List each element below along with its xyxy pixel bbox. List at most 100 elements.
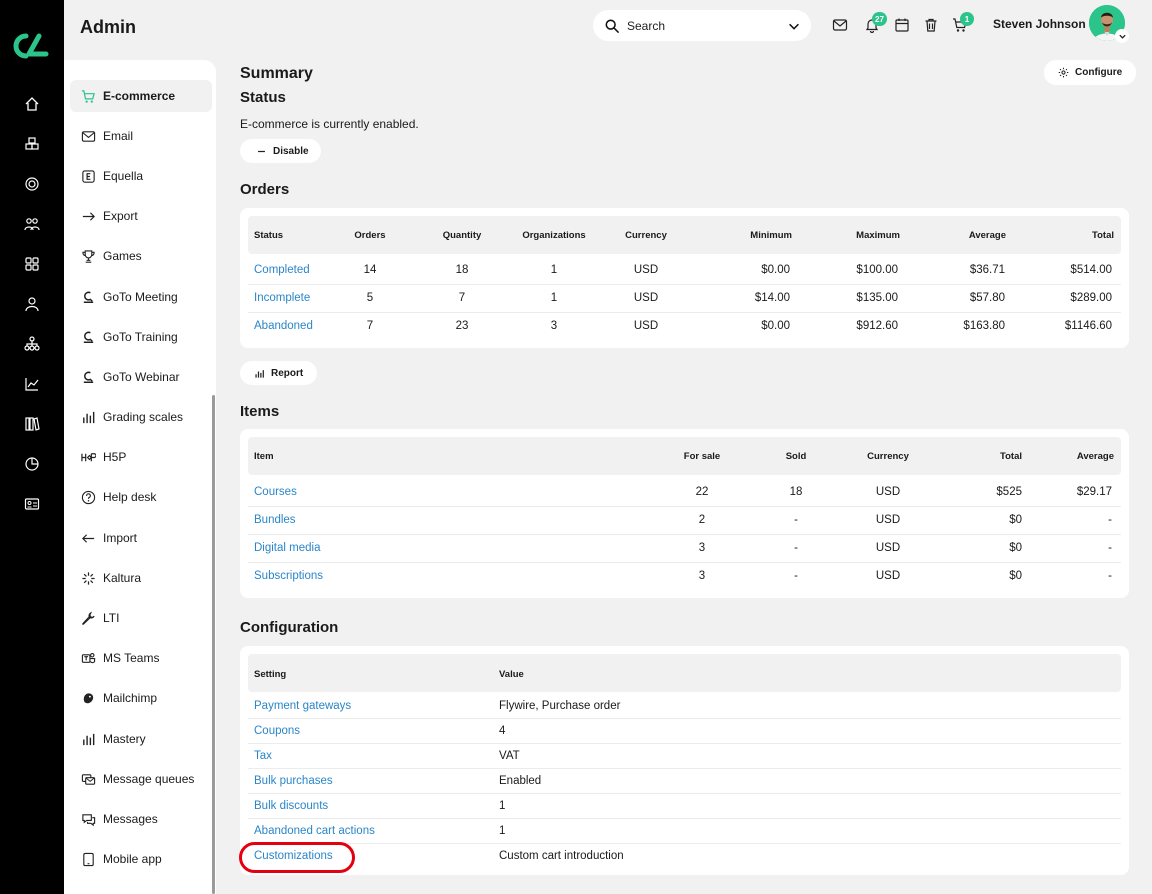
search-icon — [605, 19, 619, 33]
search-box[interactable]: Search — [593, 10, 811, 41]
orders-card: Status Orders Quantity Organizations Cur… — [240, 208, 1129, 348]
sidebar-item-label: H5P — [103, 450, 127, 464]
mail-icon — [80, 128, 96, 144]
setting-link[interactable]: Bulk discounts — [254, 800, 328, 812]
disable-button[interactable]: Disable — [240, 139, 321, 163]
setting-link[interactable]: Bulk purchases — [254, 775, 333, 787]
col-setting: Setting — [254, 669, 287, 680]
sidebar-item-import[interactable]: Import — [70, 522, 212, 554]
sidebar-item-goto-training[interactable]: GoTo Training — [70, 321, 212, 353]
equella-icon — [80, 168, 96, 184]
sidebar-item-games[interactable]: Games — [70, 240, 212, 272]
sidebar-item-mastery[interactable]: Mastery — [70, 723, 212, 755]
col-item: Item — [254, 451, 274, 462]
chevron-down-icon[interactable] — [787, 19, 801, 33]
sidebar-item-label: Help desk — [103, 490, 157, 504]
goto-icon — [80, 369, 96, 385]
cell: 18 — [789, 486, 803, 498]
item-link[interactable]: Digital media — [254, 542, 320, 554]
cart-badge: 1 — [960, 12, 974, 26]
order-status-link[interactable]: Incomplete — [254, 292, 310, 304]
sidebar-item-label: GoTo Webinar — [103, 370, 180, 384]
sidebar-item-email[interactable]: Email — [70, 120, 212, 152]
setting-link[interactable]: Abandoned cart actions — [254, 825, 375, 837]
pie-chart-icon[interactable] — [22, 454, 42, 474]
sidebar-scrollbar[interactable] — [212, 395, 215, 894]
trash-icon[interactable] — [923, 17, 939, 33]
export-icon — [80, 208, 96, 224]
bars-icon — [80, 409, 96, 425]
sidebar-item-mailchimp[interactable]: Mailchimp — [70, 682, 212, 714]
item-link[interactable]: Subscriptions — [254, 570, 323, 582]
cell: 22 — [695, 486, 709, 498]
sidebar-item-help-desk[interactable]: Help desk — [70, 481, 212, 513]
tablet-icon — [80, 851, 96, 867]
cell: USD — [633, 320, 659, 332]
sidebar-item-equella[interactable]: Equella — [70, 160, 212, 192]
sidebar-item-h5p[interactable]: H5P — [70, 441, 212, 473]
user-menu-chevron-icon[interactable] — [1115, 29, 1129, 43]
sidebar-item-mobile-app[interactable]: Mobile app — [70, 843, 212, 875]
item-link[interactable]: Courses — [254, 486, 297, 498]
cell: 3 — [698, 542, 706, 554]
goto-icon — [80, 329, 96, 345]
sidebar-item-lti[interactable]: LTI — [70, 602, 212, 634]
grid-icon[interactable] — [22, 254, 42, 274]
sidebar-item-label: Equella — [103, 169, 144, 183]
row-divider — [248, 768, 1121, 769]
configure-button[interactable]: Configure — [1044, 60, 1137, 85]
order-status-link[interactable]: Abandoned — [254, 320, 313, 332]
cell: 18 — [455, 264, 469, 276]
cell: $0.00 — [761, 320, 790, 332]
order-status-link[interactable]: Completed — [254, 264, 310, 276]
configure-label: Configure — [1075, 67, 1123, 78]
hierarchy-icon[interactable] — [22, 334, 42, 354]
cubes-icon[interactable] — [22, 134, 42, 154]
sidebar-item-label: E-commerce — [103, 89, 176, 103]
cell: 1 — [499, 825, 506, 837]
sidebar-item-message-queues[interactable]: Message queues — [70, 763, 212, 795]
cell: Custom cart introduction — [499, 850, 624, 862]
cell: 1 — [550, 292, 558, 304]
sidebar-item-export[interactable]: Export — [70, 200, 212, 232]
col-status: Status — [254, 230, 284, 241]
search-input[interactable]: Search — [627, 19, 787, 33]
cell: Enabled — [499, 775, 542, 787]
id-card-icon[interactable] — [22, 494, 42, 514]
user-name[interactable]: Steven Johnson — [993, 17, 1086, 31]
sidebar-item-messages[interactable]: Messages — [70, 803, 212, 835]
sidebar-item-kaltura[interactable]: Kaltura — [70, 562, 212, 594]
mail-icon[interactable] — [832, 17, 848, 33]
target-icon[interactable] — [22, 174, 42, 194]
cell: - — [794, 542, 798, 554]
cell: $14.00 — [754, 292, 790, 304]
sidebar-item-ms-teams[interactable]: MS Teams — [70, 642, 212, 674]
cell: $514.00 — [1070, 264, 1112, 276]
col-currency: Currency — [867, 451, 909, 462]
cell: USD — [875, 514, 901, 526]
disable-label: Disable — [273, 145, 309, 157]
item-link[interactable]: Bundles — [254, 514, 296, 526]
home-icon[interactable] — [22, 94, 42, 114]
cell: $163.80 — [963, 320, 1005, 332]
cell: 5 — [366, 292, 374, 304]
sidebar-item-goto-webinar[interactable]: GoTo Webinar — [70, 361, 212, 393]
sidebar-item-grading-scales[interactable]: Grading scales — [70, 401, 212, 433]
brand-logo-icon[interactable] — [12, 30, 52, 62]
setting-link[interactable]: Tax — [254, 750, 272, 762]
sidebar-item-goto-meeting[interactable]: GoTo Meeting — [70, 281, 212, 313]
setting-link[interactable]: Coupons — [254, 725, 300, 737]
calendar-icon[interactable] — [894, 17, 910, 33]
row-divider — [248, 284, 1121, 285]
users-icon[interactable] — [22, 214, 42, 234]
chart-line-icon[interactable] — [22, 374, 42, 394]
sidebar-item-e-commerce[interactable]: E-commerce — [70, 80, 212, 112]
sidebar-item-label: MS Teams — [103, 651, 160, 665]
report-button[interactable]: Report — [240, 361, 318, 385]
cell: 4 — [499, 725, 506, 737]
col-quantity: Quantity — [442, 230, 482, 241]
setting-link[interactable]: Payment gateways — [254, 700, 351, 712]
library-icon[interactable] — [22, 414, 42, 434]
user-icon[interactable] — [22, 294, 42, 314]
col-orders: Orders — [354, 230, 386, 241]
